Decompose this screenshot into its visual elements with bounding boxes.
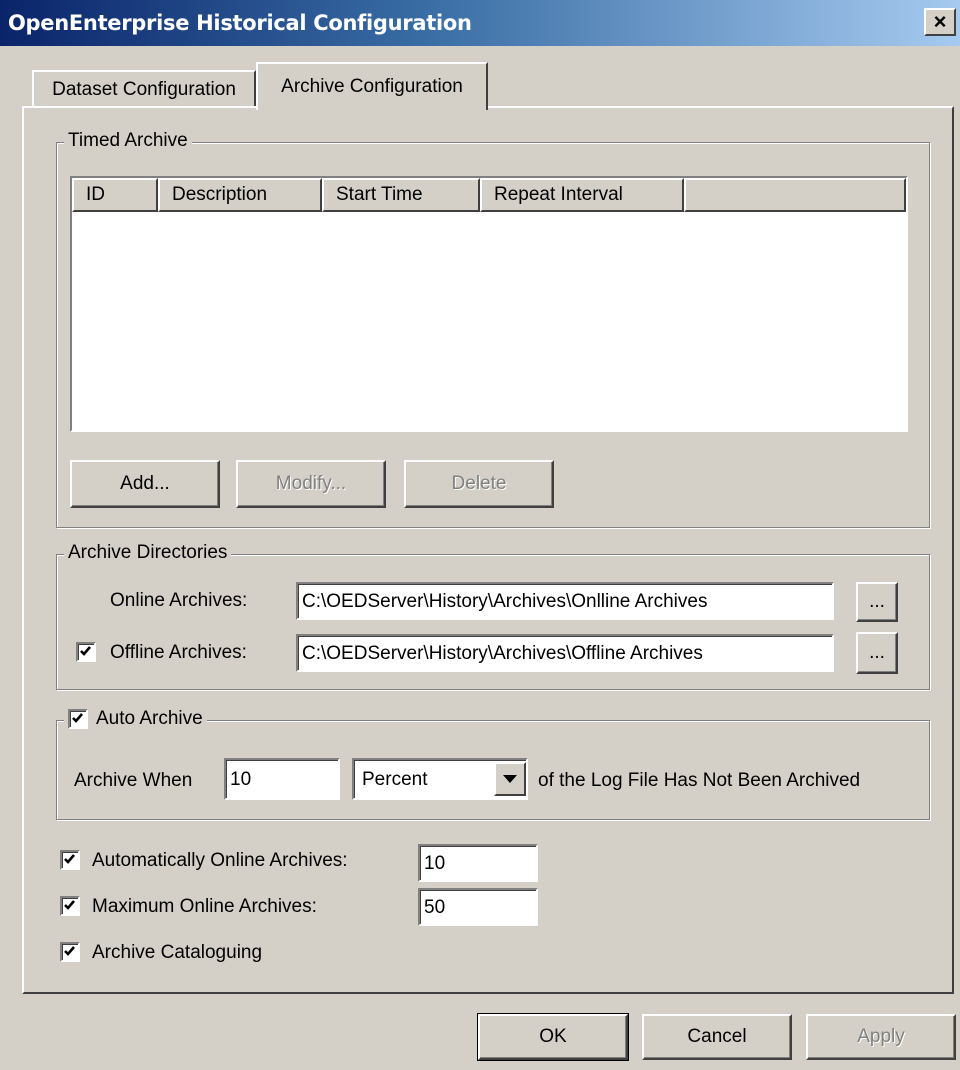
checkmark-icon	[64, 900, 75, 910]
checkmark-icon	[72, 713, 83, 723]
online-archives-label: Online Archives:	[110, 590, 248, 611]
online-archives-browse-button[interactable]: ...	[856, 582, 898, 622]
cancel-button[interactable]: Cancel	[642, 1014, 792, 1060]
add-button[interactable]: Add...	[70, 460, 220, 508]
auto-online-archives-field[interactable]: 10	[418, 844, 538, 882]
max-online-archives-checkbox[interactable]	[60, 896, 80, 916]
modify-button[interactable]: Modify...	[236, 460, 386, 508]
close-icon: ×	[933, 9, 947, 34]
online-archives-path-field[interactable]: C:\OEDServer\History\Archives\Onlline Ar…	[296, 582, 834, 620]
checkmark-icon	[64, 854, 75, 864]
archive-directories-legend: Archive Directories	[64, 542, 232, 564]
auto-archive-label: Auto Archive	[96, 708, 203, 729]
timed-archive-list[interactable]: ID Description Start Time Repeat Interva…	[70, 176, 908, 432]
tab-dataset-configuration[interactable]: Dataset Configuration	[32, 70, 256, 108]
column-header-description[interactable]: Description	[158, 178, 322, 212]
archive-when-label: Archive When	[74, 770, 193, 791]
column-header-filler	[684, 178, 906, 212]
auto-online-archives-label: Automatically Online Archives:	[92, 850, 348, 871]
column-header-id[interactable]: ID	[72, 178, 158, 212]
archive-cataloguing-checkbox[interactable]	[60, 942, 80, 962]
window-title: OpenEnterprise Historical Configuration	[8, 11, 472, 35]
dropdown-arrow-button[interactable]	[494, 762, 526, 796]
auto-archive-legend: Auto Archive	[64, 708, 207, 730]
timed-archive-legend: Timed Archive	[64, 130, 192, 152]
apply-button[interactable]: Apply	[806, 1014, 956, 1060]
max-online-archives-field[interactable]: 50	[418, 888, 538, 926]
archive-when-suffix: of the Log File Has Not Been Archived	[538, 770, 861, 791]
offline-archives-label: Offline Archives:	[110, 642, 247, 663]
offline-archives-checkbox[interactable]	[76, 642, 96, 662]
ok-button[interactable]: OK	[477, 1013, 629, 1061]
auto-online-archives-checkbox[interactable]	[60, 850, 80, 870]
tab-label: Archive Configuration	[281, 76, 463, 97]
auto-archive-checkbox[interactable]	[68, 709, 88, 729]
checkmark-icon	[80, 646, 91, 656]
close-button[interactable]: ×	[924, 8, 956, 36]
archive-when-value-field[interactable]: 10	[224, 758, 340, 800]
offline-archives-browse-button[interactable]: ...	[856, 632, 898, 674]
column-header-repeat-interval[interactable]: Repeat Interval	[480, 178, 684, 212]
archive-cataloguing-label: Archive Cataloguing	[92, 942, 263, 963]
max-online-archives-label: Maximum Online Archives:	[92, 896, 317, 917]
offline-archives-path-field[interactable]: C:\OEDServer\History\Archives\Offline Ar…	[296, 634, 834, 672]
checkmark-icon	[64, 946, 75, 956]
delete-button[interactable]: Delete	[404, 460, 554, 508]
column-header-start-time[interactable]: Start Time	[322, 178, 480, 212]
tab-archive-configuration[interactable]: Archive Configuration	[256, 62, 488, 110]
chevron-down-icon	[503, 775, 517, 783]
tab-label: Dataset Configuration	[52, 79, 236, 100]
